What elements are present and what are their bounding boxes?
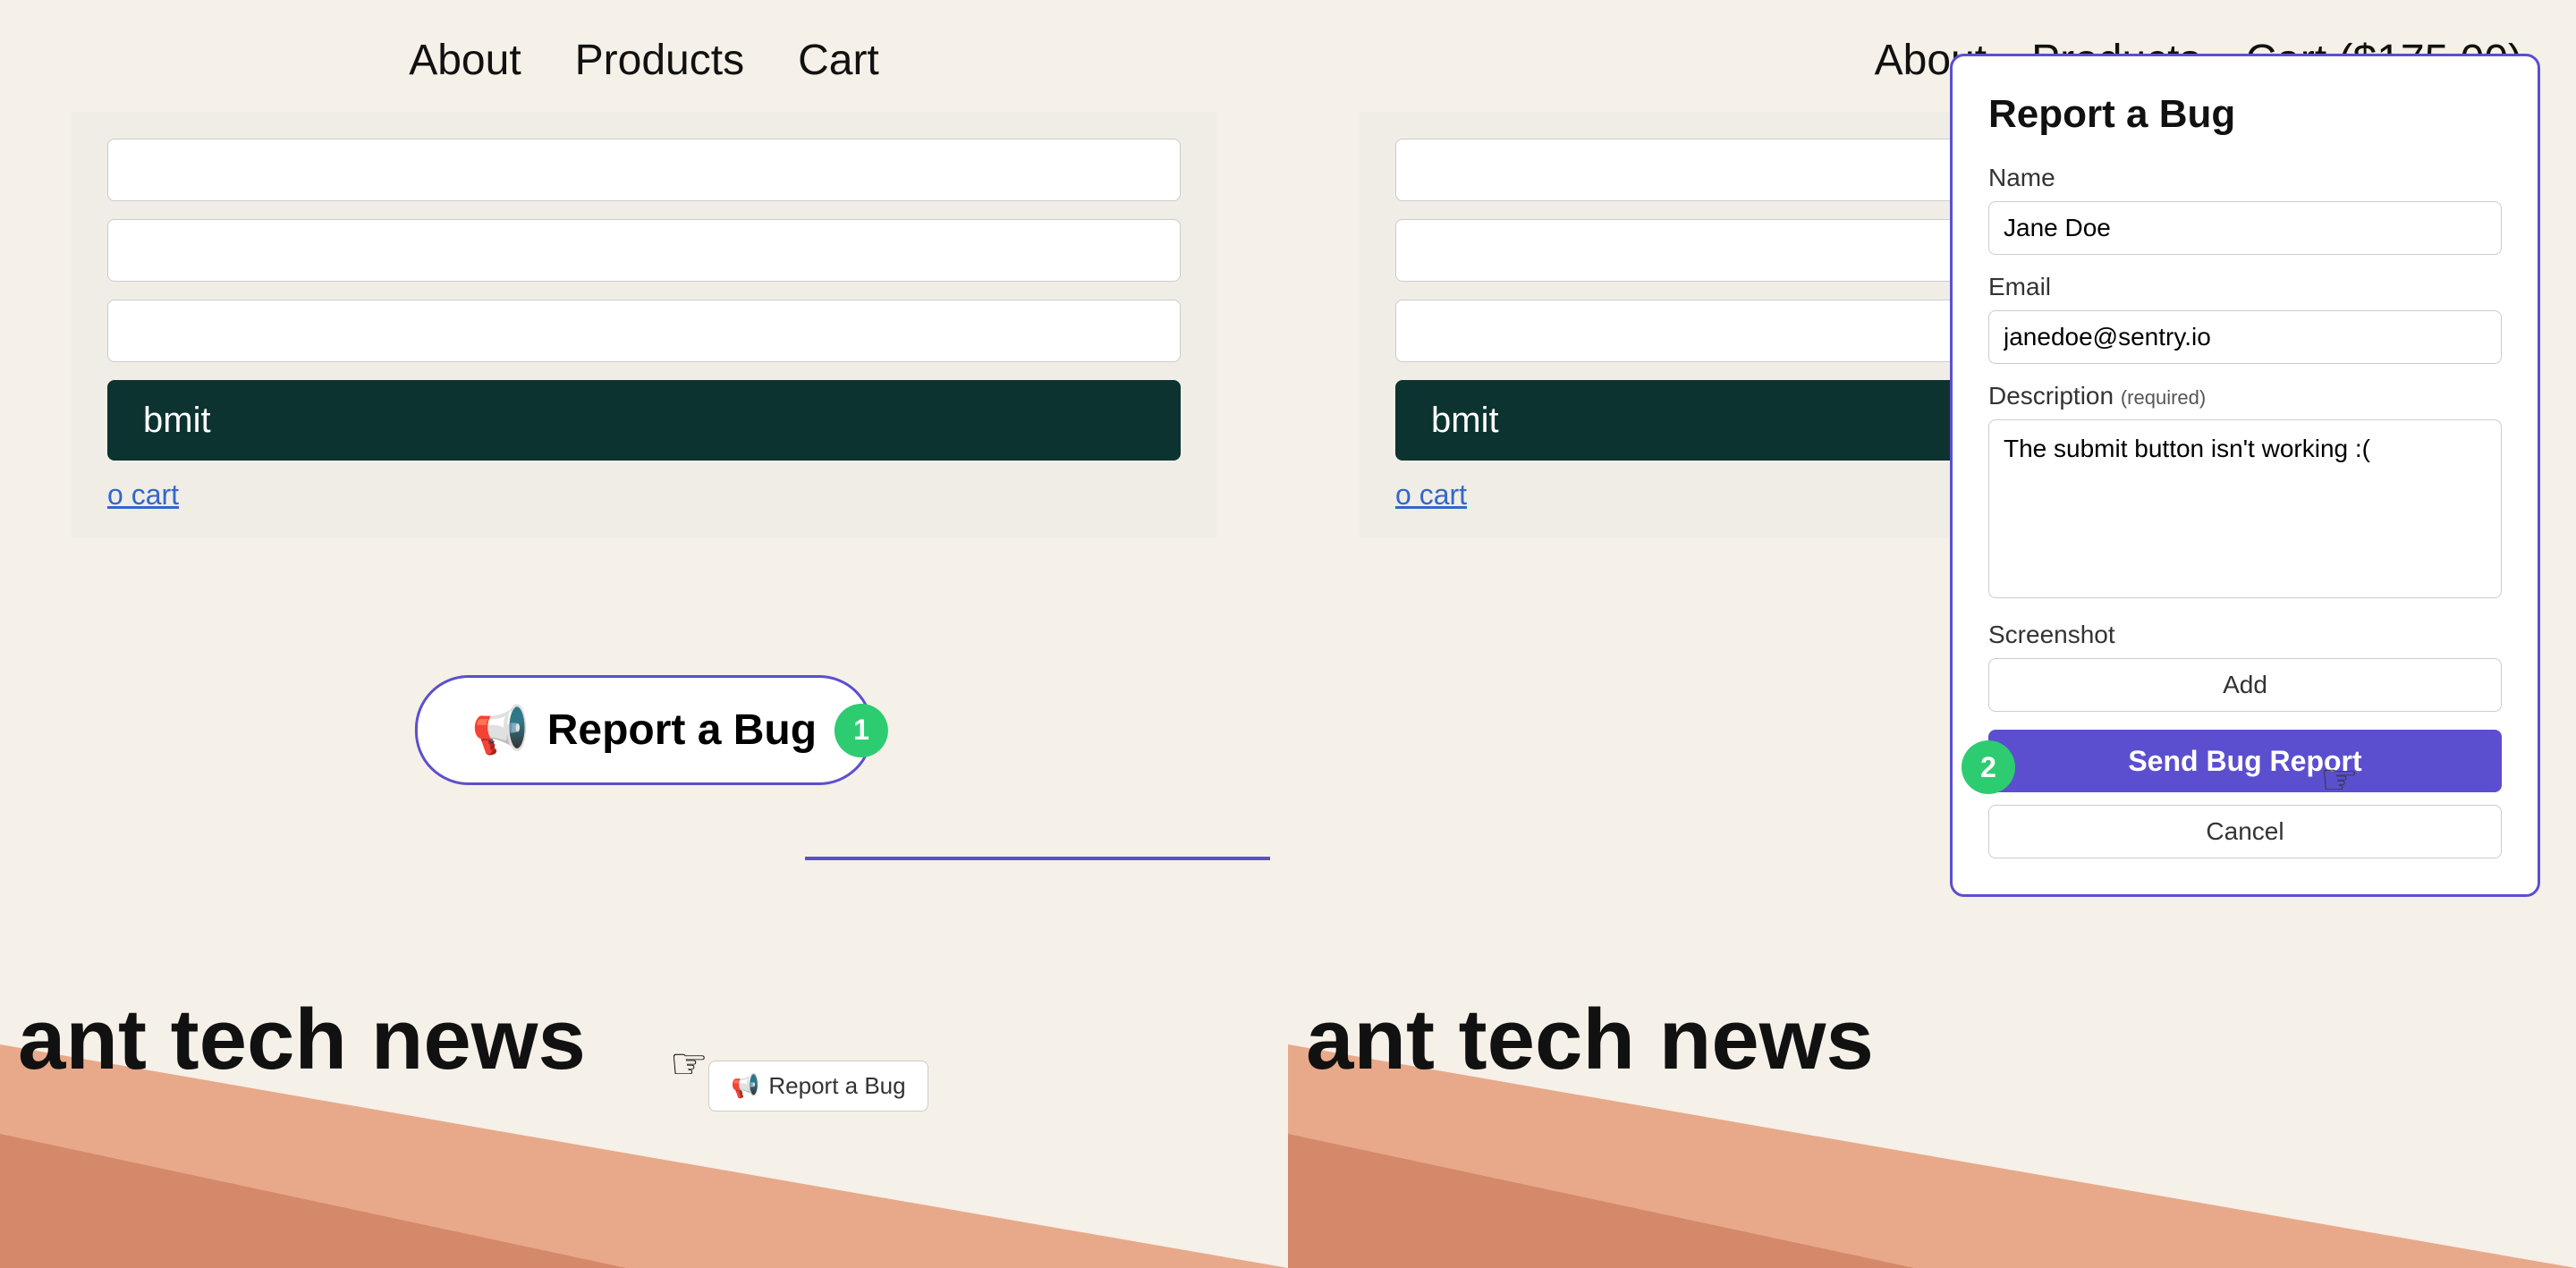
megaphone-icon: 📢	[471, 703, 530, 757]
left-form-area: bmit o cart	[72, 112, 1216, 538]
description-required: (required)	[2121, 386, 2206, 409]
description-textarea[interactable]: The submit button isn't working :(	[1988, 419, 2502, 598]
tooltip-label: Report a Bug	[768, 1072, 905, 1100]
left-nav-products[interactable]: Products	[575, 36, 744, 85]
left-form-input-3[interactable]	[107, 300, 1181, 362]
bug-report-panel: Report a Bug Name Email Description (req…	[1950, 54, 2540, 897]
left-nav-cart[interactable]: Cart	[798, 36, 879, 85]
left-submit-button[interactable]: bmit	[107, 380, 1181, 461]
step-2-circle: 2	[1962, 740, 2015, 794]
left-nav: About Products Cart	[0, 0, 1288, 112]
cancel-button[interactable]: Cancel	[1988, 805, 2502, 858]
step-1-circle: 1	[835, 704, 888, 757]
bug-report-title: Report a Bug	[1988, 92, 2502, 137]
email-input[interactable]	[1988, 310, 2502, 364]
right-big-text: ant tech news	[1288, 991, 1874, 1089]
name-label: Name	[1988, 164, 2502, 192]
add-screenshot-button[interactable]: Add	[1988, 658, 2502, 712]
left-panel: About Products Cart bmit o cart ant tech…	[0, 0, 1288, 1268]
left-nav-about[interactable]: About	[409, 36, 521, 85]
report-bug-label: Report a Bug	[547, 706, 817, 755]
left-report-bug-wrapper: 📢 Report a Bug 1	[415, 926, 873, 1036]
email-label: Email	[1988, 273, 2502, 301]
name-input[interactable]	[1988, 201, 2502, 255]
left-go-to-cart[interactable]: o cart	[107, 478, 1181, 511]
left-form-input-2[interactable]	[107, 219, 1181, 282]
send-bug-report-button[interactable]: Send Bug Report	[1988, 730, 2502, 792]
left-report-bug-button[interactable]: 📢 Report a Bug 1	[415, 675, 873, 785]
send-btn-wrapper: Send Bug Report 2	[1988, 730, 2502, 805]
cursor-right: ☞	[2320, 755, 2359, 805]
right-panel: About Products Cart ($175.00) bmit o car…	[1288, 0, 2576, 1268]
description-label: Description (required)	[1988, 382, 2502, 410]
report-bug-tooltip: 📢 Report a Bug	[708, 1061, 928, 1112]
screenshot-label: Screenshot	[1988, 621, 2502, 649]
tooltip-megaphone-icon: 📢	[731, 1072, 759, 1100]
screenshot-section: Screenshot Add	[1988, 621, 2502, 712]
left-form-input-1[interactable]	[107, 139, 1181, 201]
cursor-left: ☞	[670, 1039, 708, 1089]
